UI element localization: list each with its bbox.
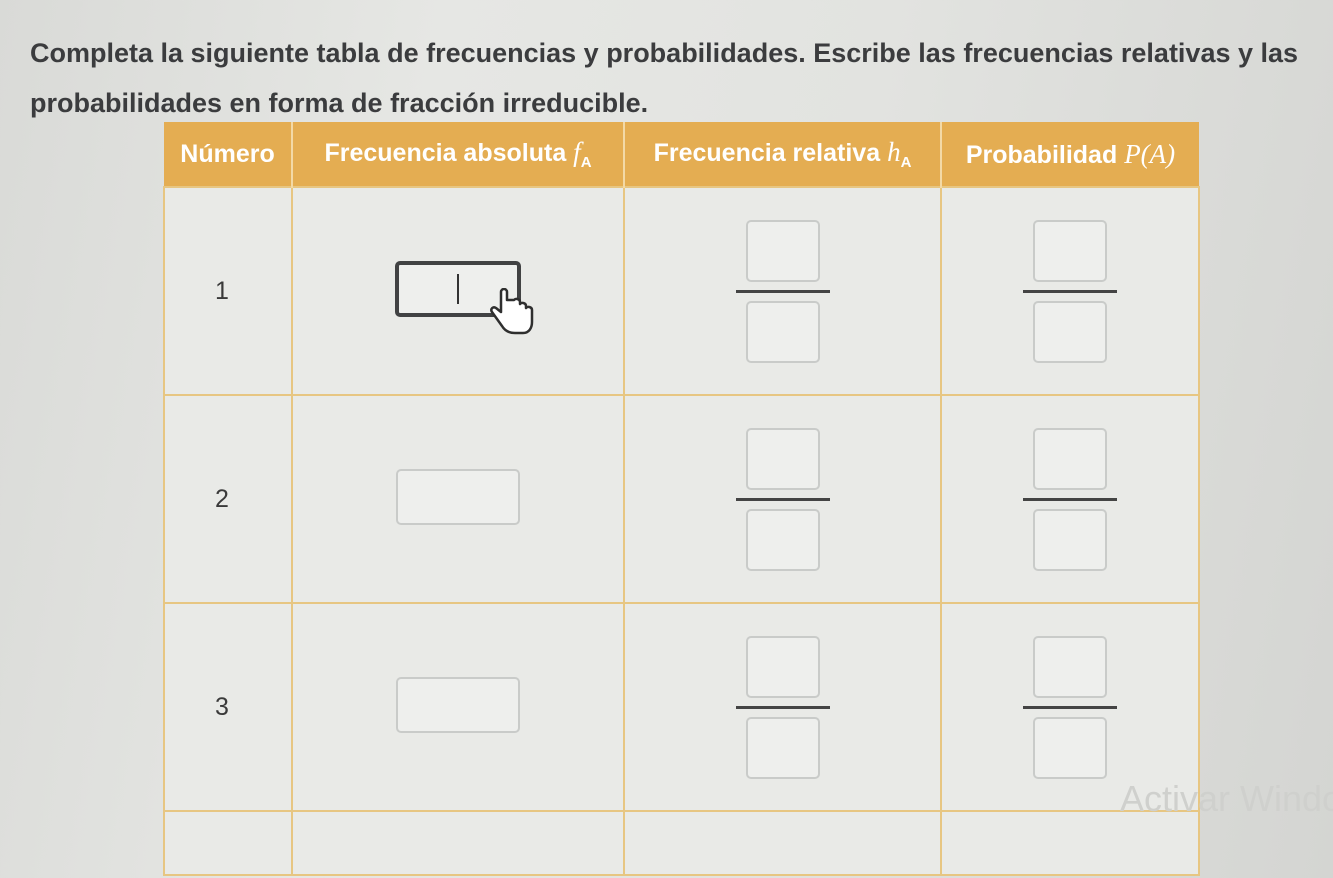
table-row: 3 (163, 602, 1200, 812)
header-numero: Número (164, 122, 293, 187)
frecuencia-absoluta-input[interactable] (396, 676, 520, 733)
fraction-bar (735, 289, 830, 293)
text-caret (457, 274, 459, 304)
numero-cell (163, 810, 293, 876)
frecuencia-absoluta-cell (291, 186, 625, 396)
relativa-denominator-input[interactable] (745, 300, 820, 363)
fraction-bar (1023, 497, 1117, 501)
frecuencia-absoluta-cell (291, 602, 625, 812)
instructions-text: Completa la siguiente tabla de frecuenci… (30, 38, 1299, 118)
relativa-fraction (735, 219, 830, 363)
fraction-bar (1023, 289, 1117, 293)
windows-activation-watermark: Activar Windo (1120, 778, 1333, 819)
probabilidad-fraction (1023, 427, 1117, 571)
fraction-bar (1023, 705, 1117, 709)
probabilidad-numerator-input[interactable] (1033, 427, 1107, 490)
hand-pointer-icon (490, 288, 534, 335)
numero-cell: 2 (163, 394, 293, 604)
frequency-table: Número Frecuencia absoluta fA Frecuencia… (163, 122, 1200, 876)
frecuencia-absoluta-input[interactable] (396, 468, 520, 525)
relativa-fraction (735, 635, 830, 779)
frecuencia-relativa-cell (623, 186, 942, 396)
numero-cell: 1 (163, 186, 293, 396)
probabilidad-numerator-input[interactable] (1033, 635, 1107, 698)
frecuencia-relativa-cell (623, 394, 942, 604)
header-probabilidad: Probabilidad P(A) (941, 122, 1199, 187)
probabilidad-denominator-input[interactable] (1033, 508, 1107, 571)
probabilidad-numerator-input[interactable] (1033, 219, 1107, 282)
relativa-fraction (735, 427, 830, 571)
table-row: 1 (163, 186, 1200, 396)
relativa-numerator-input[interactable] (745, 427, 820, 490)
probabilidad-denominator-input[interactable] (1033, 716, 1107, 779)
table-header-row: Número Frecuencia absoluta fA Frecuencia… (164, 122, 1199, 187)
frecuencia-absoluta-cell (291, 810, 625, 876)
frecuencia-relativa-cell (623, 810, 942, 876)
relativa-denominator-input[interactable] (745, 716, 820, 779)
frecuencia-relativa-cell (623, 602, 942, 812)
probabilidad-cell (940, 186, 1200, 396)
relativa-numerator-input[interactable] (745, 635, 820, 698)
probabilidad-cell (940, 810, 1200, 876)
frecuencia-absoluta-cell (291, 394, 625, 604)
probabilidad-fraction (1023, 635, 1117, 779)
numero-cell: 3 (163, 602, 293, 812)
probabilidad-denominator-input[interactable] (1033, 300, 1107, 363)
table-row-partial (163, 810, 1200, 876)
relativa-numerator-input[interactable] (745, 219, 820, 282)
fraction-bar (735, 497, 830, 501)
table-row: 2 (163, 394, 1200, 604)
relativa-denominator-input[interactable] (745, 508, 820, 571)
probabilidad-fraction (1023, 219, 1117, 363)
header-frecuencia-absoluta: Frecuencia absoluta fA (292, 122, 625, 187)
header-frecuencia-relativa: Frecuencia relativa hA (624, 122, 942, 187)
fraction-bar (735, 705, 830, 709)
probabilidad-cell (940, 394, 1200, 604)
